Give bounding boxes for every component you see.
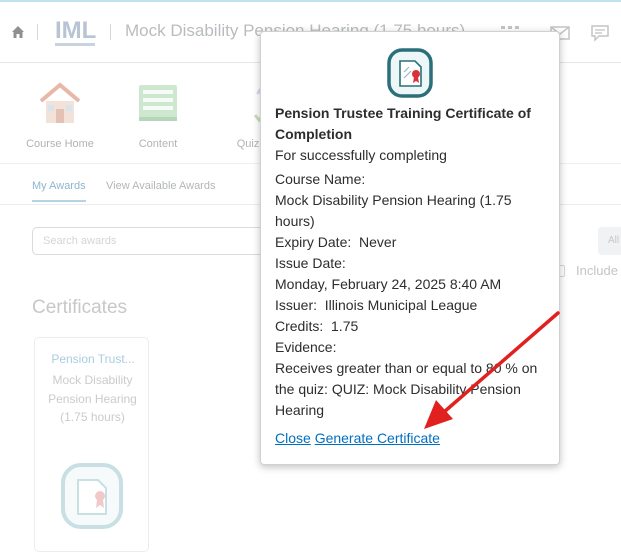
issue-date-label: Issue Date: [275, 255, 346, 271]
tile-course-home[interactable]: Course Home [20, 81, 100, 150]
house-icon [39, 82, 81, 123]
tile-label: Course Home [26, 138, 94, 150]
evidence-value: Receives greater than or equal to 80 % o… [275, 360, 538, 418]
filter-all-label: All [608, 235, 620, 246]
popup-actions: Close Generate Certificate [275, 428, 551, 449]
credits-row: Credits: 1.75 [275, 316, 551, 337]
certificates-heading: Certificates [32, 297, 128, 318]
include-label: Include [576, 263, 618, 278]
certificate-card-course: Mock Disability Pension Hearing (1.75 ho… [48, 373, 137, 424]
search-placeholder: Search awards [43, 235, 117, 247]
filter-all-button[interactable]: All [598, 227, 621, 255]
certificate-card[interactable]: Pension Trust... Mock Disability Pension… [34, 337, 149, 552]
issue-date-value: Monday, February 24, 2025 8:40 AM [275, 276, 502, 292]
home-icon[interactable] [10, 24, 26, 40]
expiry-label: Expiry Date: [275, 234, 352, 250]
search-awards-input[interactable]: Search awards [32, 227, 267, 255]
popup-content: Pension Trustee Training Certificate of … [275, 103, 551, 449]
tab-view-available-awards[interactable]: View Available Awards [106, 180, 215, 192]
course-name-value: Mock Disability Pension Hearing (1.75 ho… [275, 192, 512, 229]
issuer-value: Illinois Municipal League [324, 297, 478, 313]
header-separator [110, 24, 111, 40]
certificate-icon [387, 48, 433, 98]
issuer-label: Issuer: [275, 297, 318, 313]
header-separator [37, 24, 38, 40]
course-name-label: Course Name: [275, 171, 366, 187]
credits-label: Credits: [275, 318, 324, 334]
tile-label: Content [138, 138, 178, 150]
expiry-value: Never [359, 234, 397, 250]
popup-title: Pension Trustee Training Certificate of … [275, 105, 531, 142]
award-details-popup: Pension Trustee Training Certificate of … [260, 31, 560, 465]
certificate-card-title[interactable]: Pension Trust... [47, 352, 139, 366]
book-icon [139, 85, 177, 121]
generate-certificate-link[interactable]: Generate Certificate [315, 430, 440, 446]
issuer-row: Issuer: Illinois Municipal League [275, 295, 551, 316]
credits-value: 1.75 [331, 318, 359, 334]
chat-icon[interactable] [590, 24, 610, 42]
iml-logo[interactable]: IML [55, 16, 97, 48]
close-link[interactable]: Close [275, 430, 311, 446]
expiry-row: Expiry Date: Never [275, 232, 551, 253]
popup-subtitle: For successfully completing [275, 147, 447, 163]
logo-text: IML [55, 17, 96, 44]
evidence-label: Evidence: [275, 339, 337, 355]
certificate-icon [61, 463, 123, 529]
tab-my-awards[interactable]: My Awards [32, 180, 86, 202]
tile-content[interactable]: Content [118, 81, 198, 150]
